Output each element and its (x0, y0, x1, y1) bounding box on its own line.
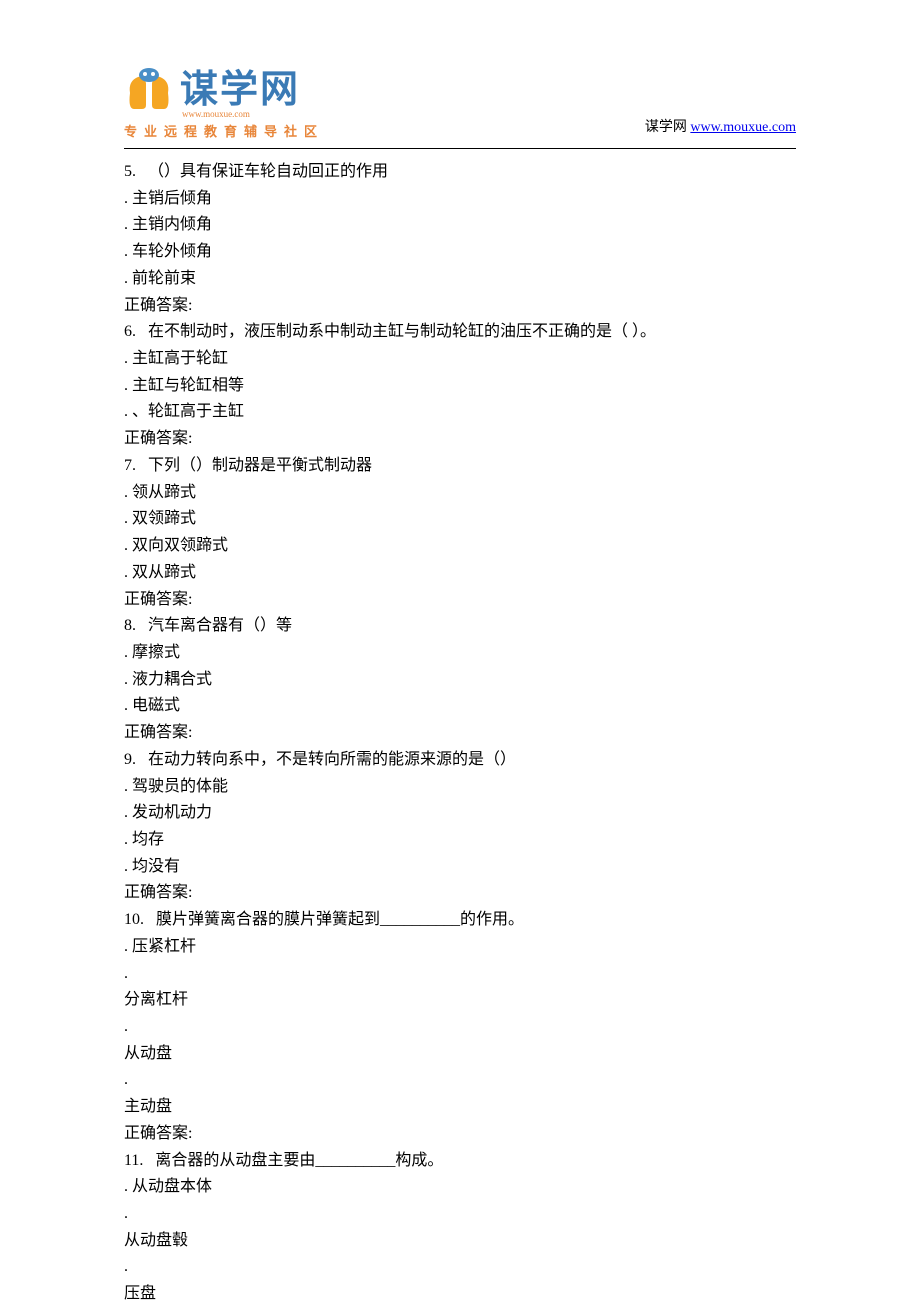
option: . 双从蹄式 (124, 560, 796, 587)
option: . 前轮前束 (124, 266, 796, 293)
option: . 均存 (124, 827, 796, 854)
option: . 摩擦式 (124, 640, 796, 667)
question-stem: 5. （）具有保证车轮自动回正的作用 (124, 159, 796, 186)
option: 压盘 (124, 1281, 796, 1308)
option: . 均没有 (124, 854, 796, 881)
option-dot: . (124, 1201, 796, 1228)
option: . 主缸与轮缸相等 (124, 373, 796, 400)
option: . 电磁式 (124, 693, 796, 720)
logo-main-text: 谋学网 (180, 58, 300, 113)
answer-label: 正确答案: (124, 587, 796, 614)
option: 从动盘毂 (124, 1228, 796, 1255)
question-stem: 10. 膜片弹簧离合器的膜片弹簧起到__________的作用。 (124, 907, 796, 934)
logo-block: 谋学网 www.mouxue.com 专业远程教育辅导社区 (124, 58, 324, 140)
site-label: 谋学网 (645, 120, 691, 135)
question-stem: 7. 下列（）制动器是平衡式制动器 (124, 453, 796, 480)
option: . 主缸高于轮缸 (124, 346, 796, 373)
option: . 驾驶员的体能 (124, 774, 796, 801)
question-stem: 11. 离合器的从动盘主要由__________构成。 (124, 1148, 796, 1175)
logo-top: 谋学网 www.mouxue.com (124, 58, 324, 119)
option: . 发动机动力 (124, 800, 796, 827)
answer-label: 正确答案: (124, 1121, 796, 1148)
option-dot: . (124, 1254, 796, 1281)
option: . 领从蹄式 (124, 480, 796, 507)
site-reference: 谋学网 www.mouxue.com (645, 116, 796, 136)
option: 主动盘 (124, 1094, 796, 1121)
option: . 车轮外倾角 (124, 239, 796, 266)
option: . 主销内倾角 (124, 212, 796, 239)
option: . 双向双领蹄式 (124, 533, 796, 560)
option-dot: . (124, 1014, 796, 1041)
site-link[interactable]: www.mouxue.com (690, 120, 796, 135)
option: . 、轮缸高于主缸 (124, 399, 796, 426)
option: . 双领蹄式 (124, 506, 796, 533)
option: 从动盘 (124, 1041, 796, 1068)
logo-icon (124, 67, 174, 111)
answer-label: 正确答案: (124, 426, 796, 453)
answer-label: 正确答案: (124, 880, 796, 907)
question-stem: 6. 在不制动时，液压制动系中制动主缸与制动轮缸的油压不正确的是（ ）。 (124, 319, 796, 346)
option-dot: . (124, 1067, 796, 1094)
option: . 主销后倾角 (124, 186, 796, 213)
option-dot: . (124, 961, 796, 988)
answer-label: 正确答案: (124, 720, 796, 747)
option: 分离杠杆 (124, 987, 796, 1014)
question-stem: 8. 汽车离合器有（）等 (124, 613, 796, 640)
document-content: 5. （）具有保证车轮自动回正的作用 . 主销后倾角 . 主销内倾角 . 车轮外… (0, 149, 920, 1308)
answer-label: 正确答案: (124, 293, 796, 320)
page-header: 谋学网 www.mouxue.com 专业远程教育辅导社区 谋学网 www.mo… (0, 0, 920, 140)
question-stem: 9. 在动力转向系中，不是转向所需的能源来源的是（） (124, 747, 796, 774)
option: . 从动盘本体 (124, 1174, 796, 1201)
option: . 压紧杠杆 (124, 934, 796, 961)
option: . 液力耦合式 (124, 667, 796, 694)
logo-tagline: 专业远程教育辅导社区 (124, 121, 324, 140)
